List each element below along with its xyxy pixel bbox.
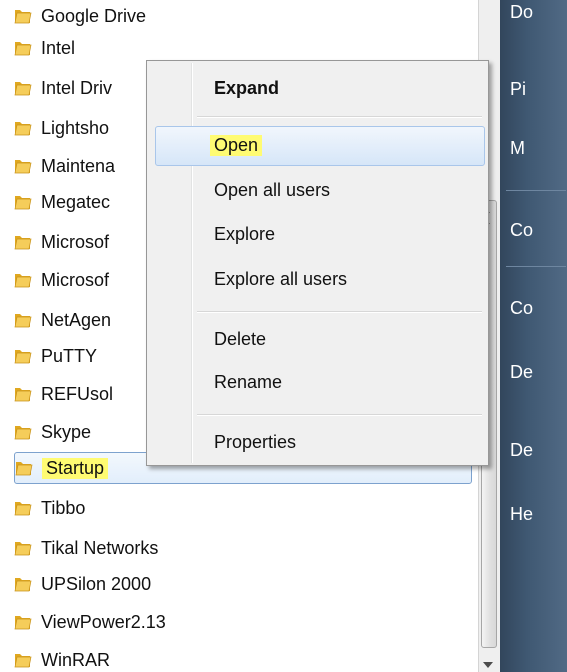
folder-icon — [14, 119, 32, 137]
folder-icon — [14, 613, 32, 631]
folder-icon — [14, 651, 32, 669]
folder-icon — [15, 459, 33, 477]
list-item-label: REFUsol — [41, 383, 114, 404]
folder-icon — [14, 39, 32, 57]
list-item-label: PuTTY — [41, 345, 98, 366]
right-pane-item[interactable]: M — [510, 138, 525, 159]
list-item-label: Intel — [41, 37, 76, 58]
chevron-down-icon[interactable] — [483, 662, 493, 668]
list-item-label: Lightsho — [41, 117, 110, 138]
list-item[interactable]: ViewPower2.13 — [0, 606, 478, 638]
menu-item-expand[interactable]: Expand — [214, 78, 279, 99]
list-item-label: NetAgen — [41, 309, 112, 330]
right-pane-item[interactable]: Co — [510, 298, 533, 319]
menu-item-open-all-users[interactable]: Open all users — [214, 180, 330, 201]
folder-icon — [14, 157, 32, 175]
folder-icon — [14, 499, 32, 517]
list-item-label: Startup — [42, 457, 109, 479]
right-pane-item[interactable]: De — [510, 440, 533, 461]
list-item[interactable]: WinRAR — [0, 644, 478, 672]
menu-item-hover-highlight — [155, 126, 485, 166]
list-item-label: ViewPower2.13 — [41, 611, 166, 632]
list-item-label: Tibbo — [41, 497, 86, 518]
folder-icon — [14, 79, 32, 97]
context-menu: Expand Open Open all users Explore Explo… — [146, 60, 489, 466]
menu-item-explore-all-users[interactable]: Explore all users — [214, 269, 347, 290]
list-item-label: Megatec — [41, 191, 111, 212]
list-item[interactable]: Google Drive — [0, 0, 478, 32]
list-item[interactable]: Tibbo — [0, 492, 478, 524]
list-item-label: Skype — [41, 421, 92, 442]
start-menu-right-pane: Do Pi M Co Co De De He — [500, 0, 567, 672]
folder-icon — [14, 575, 32, 593]
menu-item-delete[interactable]: Delete — [214, 329, 266, 350]
menu-item-rename[interactable]: Rename — [214, 372, 282, 393]
folder-icon — [14, 311, 32, 329]
menu-item-explore[interactable]: Explore — [214, 224, 275, 245]
right-pane-item[interactable]: Pi — [510, 79, 526, 100]
list-item[interactable]: Tikal Networks — [0, 532, 478, 564]
right-pane-separator — [506, 266, 566, 267]
right-pane-item[interactable]: Co — [510, 220, 533, 241]
folder-icon — [14, 233, 32, 251]
folder-icon — [14, 193, 32, 211]
list-item-label: Tikal Networks — [41, 537, 159, 558]
list-item-label: Microsof — [41, 269, 110, 290]
list-item-label: Intel Driv — [41, 77, 113, 98]
menu-gutter-divider — [191, 63, 193, 463]
right-pane-separator — [506, 190, 566, 191]
list-item[interactable]: UPSilon 2000 — [0, 568, 478, 600]
folder-icon — [14, 539, 32, 557]
list-item-label: Maintena — [41, 155, 116, 176]
list-item-label: Microsof — [41, 231, 110, 252]
folder-icon — [14, 347, 32, 365]
menu-separator — [197, 311, 482, 313]
menu-item-open[interactable]: Open — [210, 135, 263, 156]
menu-item-properties[interactable]: Properties — [214, 432, 296, 453]
menu-separator — [197, 116, 482, 118]
right-pane-item[interactable]: He — [510, 504, 533, 525]
right-pane-item[interactable]: De — [510, 362, 533, 383]
folder-icon — [14, 271, 32, 289]
folder-icon — [14, 7, 32, 25]
list-item-label: Google Drive — [41, 5, 147, 26]
folder-icon — [14, 385, 32, 403]
list-item-label: UPSilon 2000 — [41, 573, 152, 594]
folder-icon — [14, 423, 32, 441]
menu-separator — [197, 414, 482, 416]
list-item-label: WinRAR — [41, 649, 111, 670]
right-pane-item[interactable]: Do — [510, 2, 533, 23]
